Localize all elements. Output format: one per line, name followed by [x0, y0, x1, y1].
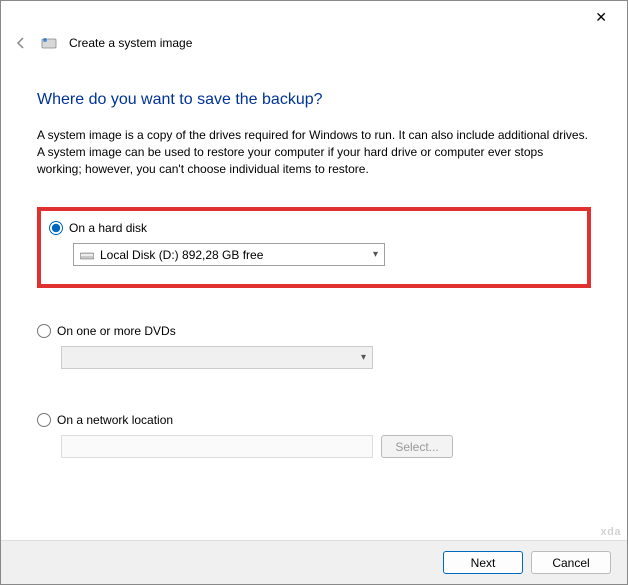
page-description: A system image is a copy of the drives r… — [37, 127, 591, 177]
network-path-input — [61, 435, 373, 458]
highlighted-option: On a hard disk Local Disk (D:) 892,28 GB… — [37, 207, 591, 288]
option-network[interactable]: On a network location — [37, 413, 591, 427]
radio-hard-disk-label: On a hard disk — [69, 221, 147, 235]
hard-disk-dropdown[interactable]: Local Disk (D:) 892,28 GB free ▾ — [73, 243, 385, 266]
dvd-dropdown: ▾ — [61, 346, 373, 369]
disk-icon — [80, 250, 94, 260]
radio-hard-disk[interactable] — [49, 221, 63, 235]
hard-disk-selected: Local Disk (D:) 892,28 GB free — [100, 248, 263, 262]
close-icon[interactable]: ✕ — [587, 5, 615, 30]
option-dvd-block: On one or more DVDs ▾ — [37, 324, 591, 369]
option-network-block: On a network location Select... — [37, 413, 591, 458]
window-title: Create a system image — [69, 36, 192, 50]
radio-network-label: On a network location — [57, 413, 173, 427]
chevron-down-icon: ▾ — [361, 352, 366, 363]
option-dvd[interactable]: On one or more DVDs — [37, 324, 591, 338]
back-arrow-icon[interactable] — [13, 35, 29, 51]
radio-dvd-label: On one or more DVDs — [57, 324, 176, 338]
option-hard-disk[interactable]: On a hard disk — [49, 221, 579, 235]
watermark: xda — [601, 526, 621, 538]
radio-dvd[interactable] — [37, 324, 51, 338]
header-row: Create a system image — [1, 33, 627, 55]
next-button[interactable]: Next — [443, 551, 523, 574]
select-network-button[interactable]: Select... — [381, 435, 453, 458]
titlebar: ✕ — [1, 1, 627, 33]
chevron-down-icon: ▾ — [373, 249, 378, 260]
radio-network[interactable] — [37, 413, 51, 427]
footer: Next Cancel — [1, 540, 627, 584]
content-area: Where do you want to save the backup? A … — [1, 91, 627, 458]
cancel-button[interactable]: Cancel — [531, 551, 611, 574]
system-image-icon — [41, 35, 57, 51]
page-heading: Where do you want to save the backup? — [37, 91, 591, 109]
